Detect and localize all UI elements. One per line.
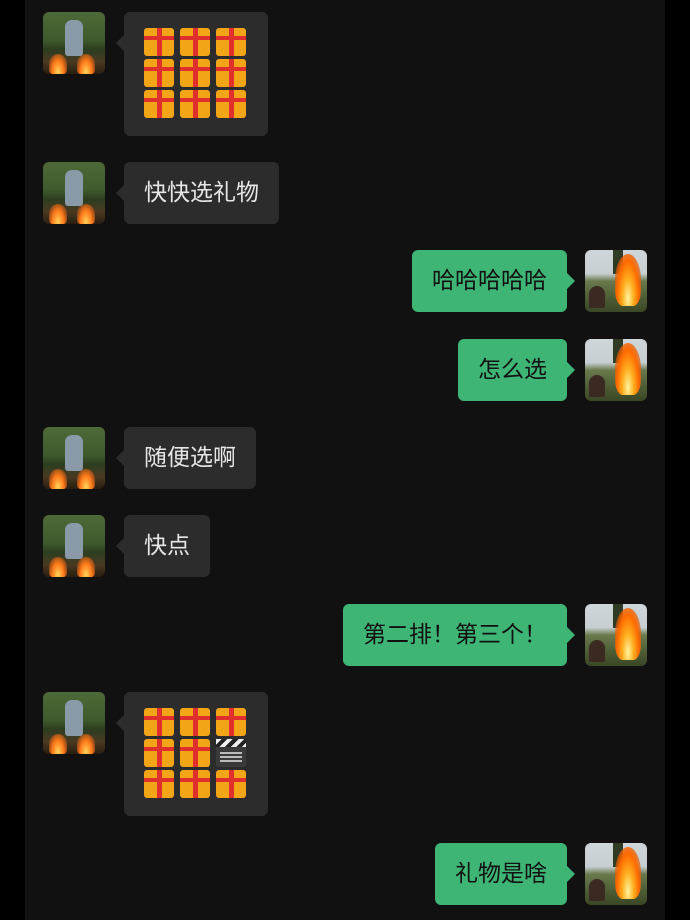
- gift-icon: [144, 90, 174, 118]
- gift-icon: [180, 770, 210, 798]
- gift-icon: [216, 708, 246, 736]
- gift-icon: [180, 28, 210, 56]
- gift-icon: [144, 770, 174, 798]
- gift-sticker-message[interactable]: [116, 692, 268, 816]
- friend-avatar[interactable]: [43, 515, 105, 577]
- my-avatar[interactable]: [585, 843, 647, 905]
- message-bubble-outgoing[interactable]: 礼物是啥: [435, 843, 575, 905]
- my-avatar[interactable]: [585, 604, 647, 666]
- message-bubble-incoming[interactable]: 快快选礼物: [116, 162, 279, 224]
- gift-icon: [216, 90, 246, 118]
- friend-avatar[interactable]: [43, 427, 105, 489]
- gift-grid: [144, 26, 248, 119]
- friend-avatar[interactable]: [43, 162, 105, 224]
- gift-grid: [144, 706, 248, 799]
- gift-icon: [180, 59, 210, 87]
- gift-icon: [216, 28, 246, 56]
- gift-icon: [180, 90, 210, 118]
- friend-avatar[interactable]: [43, 12, 105, 74]
- chat-window: 快快选礼物 哈哈哈哈哈 怎么选 随便选啊 快点 第二排！第三个！ 礼物是啥: [25, 0, 665, 920]
- message-bubble-incoming[interactable]: 快点: [116, 515, 210, 577]
- gift-icon: [144, 708, 174, 736]
- my-avatar[interactable]: [585, 250, 647, 312]
- message-bubble-outgoing[interactable]: 第二排！第三个！: [343, 604, 575, 666]
- gift-icon: [144, 59, 174, 87]
- gift-icon: [144, 739, 174, 767]
- gift-icon: [180, 739, 210, 767]
- message-bubble-outgoing[interactable]: 怎么选: [458, 339, 575, 401]
- gift-icon: [216, 59, 246, 87]
- gift-icon: [180, 708, 210, 736]
- my-avatar[interactable]: [585, 339, 647, 401]
- message-bubble-outgoing[interactable]: 哈哈哈哈哈: [412, 250, 575, 312]
- gift-icon: [144, 28, 174, 56]
- message-bubble-incoming[interactable]: 随便选啊: [116, 427, 256, 489]
- gift-sticker-message[interactable]: [116, 12, 268, 136]
- gift-icon: [216, 770, 246, 798]
- clapper-board-icon: [216, 739, 246, 767]
- friend-avatar[interactable]: [43, 692, 105, 754]
